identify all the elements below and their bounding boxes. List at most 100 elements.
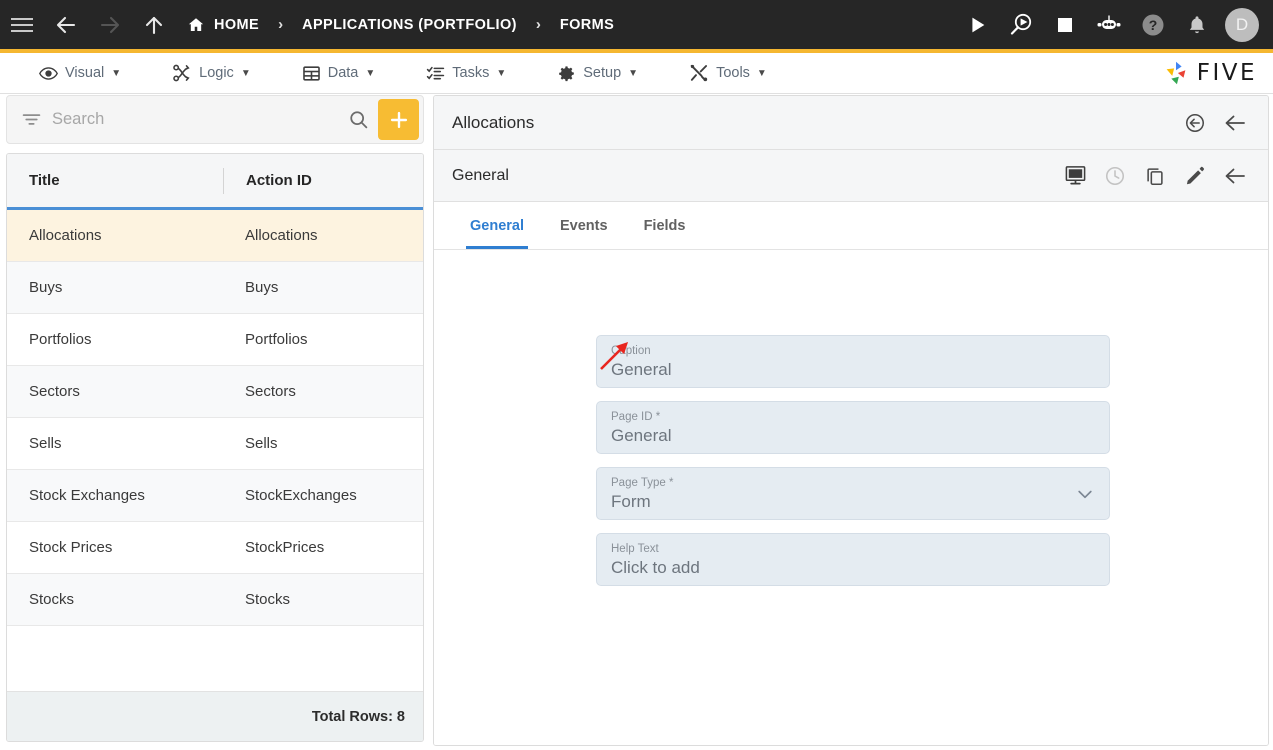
tab-fields[interactable]: Fields [626, 202, 704, 249]
menu-logic-label: Logic [199, 65, 234, 81]
row-action-id: Buys [245, 279, 279, 296]
field-page-id-label: Page ID * [611, 411, 661, 423]
row-action-id: Sectors [245, 383, 296, 400]
table-row[interactable]: Buys Buys [7, 262, 423, 314]
field-page-id-value: General [611, 426, 672, 445]
page-header-actions [1058, 159, 1252, 193]
menu-tools[interactable]: Tools ▼ [677, 53, 779, 94]
notifications-icon[interactable] [1175, 0, 1219, 49]
tab-events-label: Events [560, 217, 608, 234]
table-row[interactable]: Sells Sells [7, 418, 423, 470]
application-menu-bar: Visual ▼ Logic ▼ Data ▼ Tasks ▼ Setup ▼ [0, 53, 1273, 94]
menu-setup[interactable]: Setup ▼ [545, 53, 650, 94]
grid-body: Allocations Allocations Buys Buys Portfo… [7, 210, 423, 691]
row-action-id: Sells [245, 435, 278, 452]
chevron-down-icon: ▼ [365, 67, 376, 79]
row-action-id: Stocks [245, 591, 291, 608]
total-rows-label: Total Rows: 8 [311, 708, 405, 725]
field-caption[interactable]: Caption General [596, 335, 1110, 388]
column-header-title[interactable]: Title [7, 172, 223, 189]
table-row[interactable]: Portfolios Portfolios [7, 314, 423, 366]
five-logo-mark-icon [1161, 58, 1191, 88]
debug-icon[interactable] [999, 0, 1043, 49]
up-arrow-icon[interactable] [132, 0, 176, 49]
page-subtitle: General [452, 166, 509, 184]
field-page-id[interactable]: Page ID * General [596, 401, 1110, 454]
chatbot-icon[interactable] [1087, 0, 1131, 49]
chevron-down-icon[interactable] [1075, 484, 1095, 509]
menu-tools-label: Tools [716, 65, 750, 81]
forward-arrow-icon[interactable] [88, 0, 132, 49]
undo-circle-icon[interactable] [1178, 106, 1212, 140]
tab-fields-label: Fields [643, 217, 686, 234]
avatar-initial: D [1235, 14, 1249, 34]
forms-grid: Title Action ID Allocations Allocations … [6, 153, 424, 742]
field-help-text[interactable]: Help Text Click to add [596, 533, 1110, 586]
tab-general-label: General [470, 217, 524, 234]
menu-visual-label: Visual [65, 65, 105, 81]
field-page-type-value: Form [611, 492, 651, 511]
stop-icon[interactable] [1043, 0, 1087, 49]
add-form-button[interactable] [378, 99, 419, 140]
user-avatar[interactable]: D [1225, 7, 1259, 42]
form-field-list: Caption General Page ID * General Page T… [596, 335, 1110, 599]
field-help-text-label: Help Text [611, 543, 659, 555]
search-bar [6, 95, 424, 144]
menu-data[interactable]: Data ▼ [290, 53, 388, 94]
breadcrumb-forms[interactable]: FORMS [557, 17, 617, 33]
home-icon [187, 16, 205, 34]
search-input[interactable] [52, 110, 339, 129]
column-header-action-id[interactable]: Action ID [224, 172, 423, 189]
field-help-text-value: Click to add [611, 558, 700, 577]
tab-events[interactable]: Events [542, 202, 626, 249]
search-icon[interactable] [339, 109, 378, 130]
breadcrumb-forms-label: FORMS [559, 16, 615, 33]
field-page-type[interactable]: Page Type * Form [596, 467, 1110, 520]
gear-icon [557, 64, 576, 83]
back-arrow-icon[interactable] [44, 0, 88, 49]
row-action-id: StockExchanges [245, 487, 357, 504]
table-row[interactable]: Allocations Allocations [7, 210, 423, 262]
grid-footer: Total Rows: 8 [7, 691, 423, 741]
menu-setup-label: Setup [583, 65, 622, 81]
row-action-id: StockPrices [245, 539, 325, 556]
back-arrow-icon[interactable] [1218, 106, 1252, 140]
chevron-down-icon: ▼ [240, 67, 251, 79]
row-title: Stocks [29, 591, 75, 608]
table-row[interactable]: Sectors Sectors [7, 366, 423, 418]
row-title: Stock Exchanges [29, 487, 145, 504]
grid-header-row: Title Action ID [7, 154, 423, 210]
edit-pencil-icon[interactable] [1178, 159, 1212, 193]
record-title: Allocations [452, 112, 535, 132]
five-logo-text: FIVE [1196, 60, 1257, 86]
menu-data-label: Data [327, 65, 359, 81]
hamburger-menu-icon[interactable] [0, 0, 44, 49]
field-caption-label: Caption [611, 345, 651, 357]
forms-list-panel: Title Action ID Allocations Allocations … [6, 95, 424, 743]
row-title: Sectors [29, 383, 80, 400]
menu-logic[interactable]: Logic ▼ [160, 53, 263, 94]
run-icon[interactable] [955, 0, 999, 49]
row-action-id: Allocations [245, 227, 318, 244]
help-icon[interactable]: ? [1131, 0, 1175, 49]
breadcrumb-home[interactable]: HOME [184, 16, 262, 34]
table-row[interactable]: Stock Prices StockPrices [7, 522, 423, 574]
breadcrumb-applications[interactable]: APPLICATIONS (PORTFOLIO) [299, 17, 520, 33]
table-row[interactable]: Stock Exchanges StockExchanges [7, 470, 423, 522]
breadcrumb-separator: › [278, 16, 284, 33]
detail-tabs: General Events Fields [434, 202, 1268, 250]
table-row[interactable]: Stocks Stocks [7, 574, 423, 626]
top-header-bar: HOME › APPLICATIONS (PORTFOLIO) › FORMS … [0, 0, 1273, 49]
back-arrow-icon[interactable] [1218, 159, 1252, 193]
menu-visual[interactable]: Visual ▼ [27, 53, 133, 94]
eye-icon [39, 64, 58, 83]
row-title: Portfolios [29, 331, 92, 348]
breadcrumb-separator: › [535, 16, 541, 33]
menu-tasks[interactable]: Tasks ▼ [414, 53, 518, 94]
display-preview-icon[interactable] [1058, 159, 1092, 193]
tab-general[interactable]: General [452, 202, 542, 249]
row-title: Sells [29, 435, 62, 452]
filter-icon[interactable] [7, 109, 52, 130]
row-title: Stock Prices [29, 539, 113, 556]
copy-icon[interactable] [1138, 159, 1172, 193]
